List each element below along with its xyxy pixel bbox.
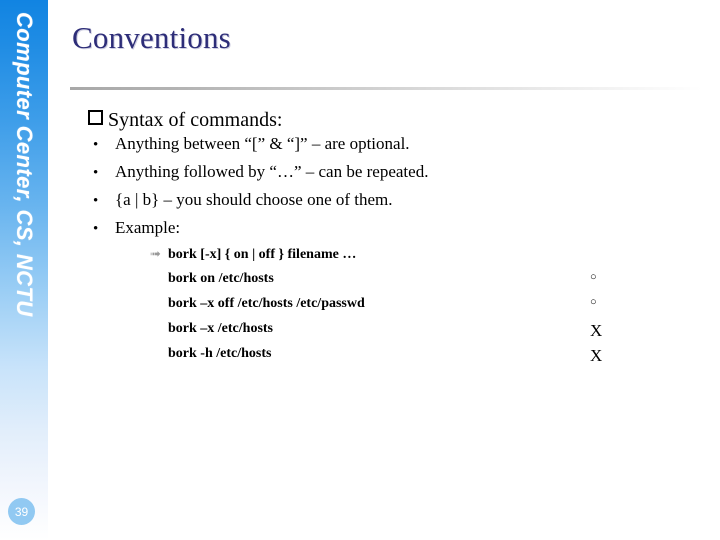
example-syntax-text: bork [-x] { on | off } filename … <box>168 247 357 262</box>
slide-canvas: Computer Center, CS, NCTU 39 Conventions… <box>0 0 720 540</box>
example-row: bork –x /etc/hosts X <box>150 322 688 347</box>
example-command: bork –x off /etc/hosts /etc/passwd <box>168 296 365 311</box>
hollow-square-bullet-icon <box>88 110 108 129</box>
list-item-label: {a | b} – you should choose one of them. <box>115 190 393 209</box>
example-command: bork -h /etc/hosts <box>168 346 272 361</box>
title-divider <box>70 87 702 90</box>
sidebar-branding-bar: Computer Center, CS, NCTU 39 <box>0 0 48 540</box>
x-fail-marker-icon: X <box>590 321 603 340</box>
page-number-badge: 39 <box>8 498 35 525</box>
list-item: • Anything followed by “…” – can be repe… <box>88 163 688 191</box>
sidebar-vertical-label: Computer Center, CS, NCTU <box>12 12 37 317</box>
round-bullet-icon: • <box>93 137 99 153</box>
example-row: bork -h /etc/hosts X <box>150 347 688 372</box>
round-bullet-icon: • <box>93 165 99 181</box>
round-bullet-icon: • <box>93 193 99 209</box>
list-item-label: Anything followed by “…” – can be repeat… <box>115 162 429 181</box>
round-bullet-icon: • <box>93 221 99 237</box>
heading-row: Syntax of commands: <box>88 108 688 133</box>
example-row: bork on /etc/hosts ○ <box>150 272 688 297</box>
bullet-list: • Anything between “[” & “]” – are optio… <box>88 135 688 247</box>
list-item: • Example: <box>88 219 688 247</box>
x-fail-marker-icon: X <box>590 346 603 365</box>
list-item-label: Example: <box>115 218 181 237</box>
example-row: bork –x off /etc/hosts /etc/passwd ○ <box>150 297 688 322</box>
example-syntax-row: ➟ bork [-x] { on | off } filename … <box>150 247 688 272</box>
page-title: Conventions <box>72 20 231 55</box>
circle-ok-marker-icon: ○ <box>590 271 597 283</box>
arrowhead-bullet-icon: ➟ <box>150 246 161 261</box>
list-item: • Anything between “[” & “]” – are optio… <box>88 135 688 163</box>
slide-body: Syntax of commands: • Anything between “… <box>88 108 688 372</box>
circle-ok-marker-icon: ○ <box>590 296 597 308</box>
list-item-label: Anything between “[” & “]” – are optiona… <box>115 134 410 153</box>
example-command: bork on /etc/hosts <box>168 271 274 286</box>
example-command: bork –x /etc/hosts <box>168 321 273 336</box>
list-item: • {a | b} – you should choose one of the… <box>88 191 688 219</box>
heading-text: Syntax of commands: <box>108 109 283 131</box>
example-block: ➟ bork [-x] { on | off } filename … bork… <box>150 247 688 372</box>
